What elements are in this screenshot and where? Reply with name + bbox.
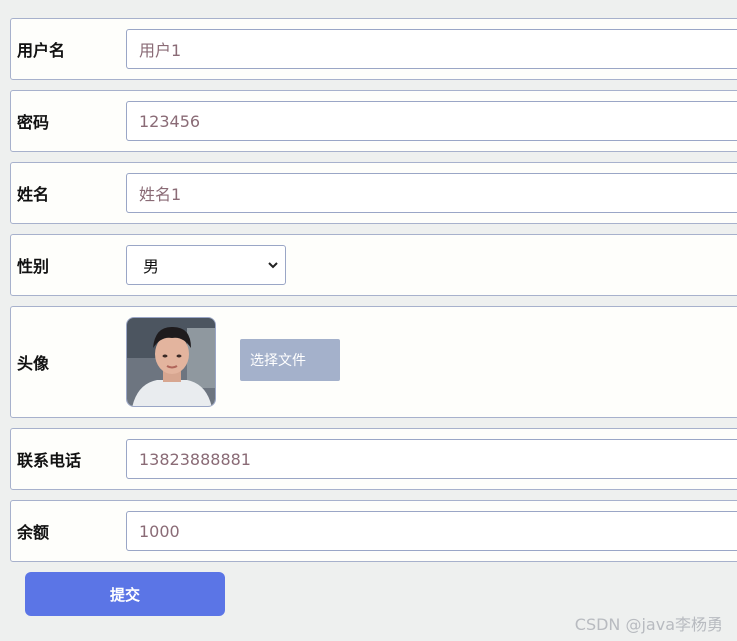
form-row-phone: 联系电话 13823888881: [10, 428, 737, 490]
avatar-image: [126, 317, 216, 407]
phone-label: 联系电话: [17, 451, 82, 470]
form-row-balance: 余额 1000: [10, 500, 737, 562]
balance-label: 余额: [17, 523, 50, 542]
form-row-avatar: 头像 选择文件: [10, 306, 737, 418]
name-label: 姓名: [17, 185, 50, 204]
avatar-photo: [127, 318, 215, 406]
choose-file-button[interactable]: 选择文件: [240, 339, 340, 381]
name-input[interactable]: 姓名1: [126, 173, 737, 213]
username-label: 用户名: [17, 41, 66, 60]
avatar-label: 头像: [17, 354, 50, 373]
submit-button[interactable]: 提交: [25, 572, 225, 616]
watermark: CSDN @java李杨勇: [574, 615, 723, 634]
password-input[interactable]: 123456: [126, 101, 737, 141]
gender-label: 性别: [17, 257, 50, 276]
form-row-password: 密码 123456: [10, 90, 737, 152]
chevron-down-icon: [268, 262, 278, 269]
gender-selected-value: 男: [143, 257, 160, 276]
phone-input[interactable]: 13823888881: [126, 439, 737, 479]
form-row-username: 用户名 用户1: [10, 18, 737, 80]
form-row-gender: 性别 男: [10, 234, 737, 296]
balance-input[interactable]: 1000: [126, 511, 737, 551]
gender-select[interactable]: 男: [126, 245, 286, 285]
password-label: 密码: [17, 113, 50, 132]
form-row-name: 姓名 姓名1: [10, 162, 737, 224]
username-input[interactable]: 用户1: [126, 29, 737, 69]
